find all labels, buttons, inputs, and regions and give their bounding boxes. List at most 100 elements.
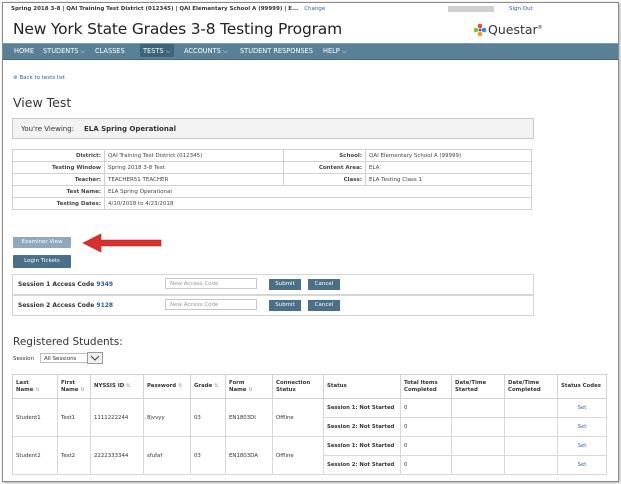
session-1-new-code-input[interactable]: New Access Code <box>165 278 257 289</box>
content-area-value: ELA <box>365 161 532 174</box>
nav-student-responses[interactable]: STUDENT RESPONSES <box>240 47 313 55</box>
chevron-down-icon <box>90 355 100 361</box>
connection-status-cell: Offline <box>272 436 324 475</box>
district-label: District: <box>12 149 105 162</box>
col-status-codes: Status Codes <box>557 374 607 399</box>
items-completed-cell: 0 <box>400 455 452 475</box>
class-label: Class: <box>283 173 366 186</box>
nav-help[interactable]: HELP ⌵ <box>323 47 347 56</box>
app-header: New York State Grades 3-8 Testing Progra… <box>3 16 618 43</box>
nav-tests[interactable]: TESTS ⌵ <box>140 44 174 57</box>
set-status-code-link[interactable]: Set <box>557 455 607 475</box>
test-name-label: Test Name: <box>12 185 105 198</box>
session-2-submit-button[interactable]: Submit <box>269 300 301 311</box>
context-text: Spring 2018 3-8 | QAI Training Test Dist… <box>11 6 325 12</box>
password-cell: sfufaf <box>143 436 191 475</box>
main-nav: HOME STUDENTS ⌵ CLASSES TESTS ⌵ ACCOUNTS… <box>3 43 618 60</box>
session-status-cell: Session 1: Not Started <box>323 398 401 418</box>
nav-accounts[interactable]: ACCOUNTS ⌵ <box>184 47 228 56</box>
nav-classes[interactable]: CLASSES <box>95 47 125 55</box>
viewing-label: You're Viewing: <box>21 125 75 133</box>
session-2-cancel-button[interactable]: Cancel <box>308 300 340 311</box>
questar-logo-text: Questar® <box>488 22 543 37</box>
col-first-name[interactable]: First Name ⇅ <box>57 374 91 399</box>
session-2-code: 9128 <box>96 302 114 309</box>
class-value: ELA Testing Class 1 <box>365 173 532 186</box>
col-nysis-id[interactable]: NYSSIS ID ⇅ <box>90 374 144 399</box>
session-filter-dropdown-button[interactable] <box>87 352 103 364</box>
app-title: New York State Grades 3-8 Testing Progra… <box>13 20 342 38</box>
test-info-table: District: QAI Training Test District (01… <box>12 149 532 210</box>
context-label: Spring 2018 3-8 | QAI Training Test Dist… <box>11 6 299 12</box>
page-title: View Test <box>13 95 72 110</box>
session-status-cell: Session 2: Not Started <box>323 417 401 437</box>
form-name-cell: EN1803DI <box>225 398 273 437</box>
district-value: QAI Training Test District (012345) <box>104 149 284 162</box>
session-1-label: Session 1 Access Code 9349 <box>18 281 114 288</box>
nav-students[interactable]: STUDENTS ⌵ <box>43 47 86 56</box>
window-value: Spring 2018 3-8 Test <box>104 161 284 174</box>
table-row: Student2 Test2 2222333344 sfufaf 03 EN18… <box>12 436 607 475</box>
items-completed-cell: 0 <box>400 398 452 418</box>
change-link[interactable]: Change <box>304 6 325 12</box>
test-name-value: ELA Spring Operational <box>104 185 532 198</box>
students-table: Last Name ⇅ First Name ⇅ NYSSIS ID ⇅ Passwo… <box>12 374 607 475</box>
viewing-banner: You're Viewing: ELA Spring Operational <box>12 118 534 139</box>
user-name-redacted <box>448 6 494 12</box>
items-completed-cell: 0 <box>400 436 452 456</box>
col-connection-status: Connection Status <box>272 374 324 399</box>
session-status-cell: Session 1: Not Started <box>323 436 401 456</box>
session-2-new-code-input[interactable]: New Access Code <box>165 299 257 310</box>
set-status-code-link[interactable]: Set <box>557 436 607 456</box>
col-grade[interactable]: Grade ⇅ <box>190 374 226 399</box>
first-name-cell: Test2 <box>57 436 91 475</box>
password-cell: 8jvvyy <box>143 398 191 437</box>
teacher-label: Teacher: <box>12 173 105 186</box>
session-1-code: 9349 <box>96 281 114 288</box>
session-2-label: Session 2 Access Code 9128 <box>18 302 114 309</box>
questar-logo-mark-icon <box>473 23 487 37</box>
set-status-code-link[interactable]: Set <box>557 417 607 437</box>
col-total-items: Total Items Completed <box>400 374 452 399</box>
session-filter-label: Session <box>13 356 34 362</box>
viewing-value: ELA Spring Operational <box>84 125 176 133</box>
date-started-cell <box>451 436 505 456</box>
set-status-code-link[interactable]: Set <box>557 398 607 418</box>
session-1-submit-button[interactable]: Submit <box>269 279 301 290</box>
testing-dates-label: Testing Dates: <box>12 197 105 210</box>
school-label: School: <box>283 149 366 162</box>
examiner-view-button[interactable]: Examiner View <box>13 237 71 248</box>
date-started-cell <box>451 455 505 475</box>
col-date-completed: Date/Time Completed <box>504 374 558 399</box>
nav-home[interactable]: HOME <box>14 47 34 55</box>
col-status: Status <box>323 374 401 399</box>
content-area-label: Content Area: <box>283 161 366 174</box>
col-last-name[interactable]: Last Name ⇅ <box>12 374 58 399</box>
items-completed-cell: 0 <box>400 417 452 437</box>
last-name-cell: Student2 <box>12 436 58 475</box>
grade-cell: 03 <box>190 436 226 475</box>
form-name-cell: EN1803DA <box>225 436 273 475</box>
session-2-row: Session 2 Access Code 9128 New Access Co… <box>12 295 534 316</box>
session-status-cell: Session 2: Not Started <box>323 455 401 475</box>
school-value: QAI Elementary School A (99999) <box>365 149 532 162</box>
sign-out-link[interactable]: Sign Out <box>509 6 533 12</box>
date-completed-cell <box>504 455 558 475</box>
connection-status-cell: Offline <box>272 398 324 437</box>
date-completed-cell <box>504 398 558 418</box>
session-1-row: Session 1 Access Code 9349 New Access Co… <box>12 274 534 295</box>
login-tickets-button[interactable]: Login Tickets <box>13 255 71 268</box>
back-to-tests-link[interactable]: ⊛ Back to tests list <box>13 75 65 81</box>
date-started-cell <box>451 398 505 418</box>
date-completed-cell <box>504 436 558 456</box>
col-password[interactable]: Password ⇅ <box>143 374 191 399</box>
table-row: Student1 Test1 1111222244 8jvvyy 03 EN18… <box>12 398 607 437</box>
session-1-cancel-button[interactable]: Cancel <box>308 279 340 290</box>
nysis-id-cell: 2222333344 <box>90 436 144 475</box>
teacher-value: TEACHER51 TEACHER <box>104 173 284 186</box>
col-form-name[interactable]: Form Name ⇅ <box>225 374 273 399</box>
col-date-started: Date/Time Started <box>451 374 505 399</box>
date-started-cell <box>451 417 505 437</box>
red-arrow-callout-icon <box>82 233 162 253</box>
window-label: Testing Window <box>12 161 105 174</box>
